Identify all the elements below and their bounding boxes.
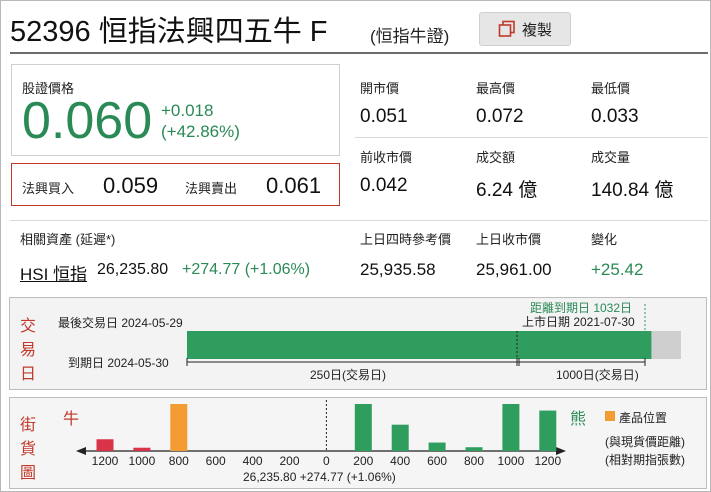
bear-bar xyxy=(539,410,557,451)
underlying-price: 26,235.80 xyxy=(97,261,169,278)
ask-value: 0.061 xyxy=(266,173,322,198)
street-tick-label: 600 xyxy=(206,454,226,468)
street-tick-label: 0 xyxy=(323,454,330,468)
stat-label-turnover: 成交額 xyxy=(476,150,516,165)
page-title: 52396 恒指法興四五牛 F xyxy=(10,16,328,48)
trading-days-section-label: 交 易 日 xyxy=(19,318,36,383)
stat-value-turnover: 6.24 億 xyxy=(476,180,538,201)
copy-button[interactable]: 複製 xyxy=(479,12,571,46)
street-tick-label: 400 xyxy=(390,454,410,468)
street-tick-label: 1000 xyxy=(498,454,525,468)
price-change: +0.018 (+42.86%) xyxy=(161,100,240,142)
ref4pm-value: 25,935.58 xyxy=(360,260,436,279)
bear-bar xyxy=(502,404,520,451)
axis-left-arrow-icon xyxy=(76,447,86,455)
bull-bar xyxy=(96,439,114,451)
bid-value: 0.059 xyxy=(103,173,159,198)
underlying-divider xyxy=(10,220,708,221)
street-note-distance: (與現貨價距離) xyxy=(605,435,685,449)
street-tick-label: 800 xyxy=(169,454,189,468)
underlying-label: 相關資產 (延遲*) xyxy=(20,232,116,247)
street-tick-label: 1000 xyxy=(129,454,156,468)
bull-bar xyxy=(133,447,151,451)
trading-days-elapsed xyxy=(187,331,652,359)
street-section-label: 街 貨 圖 xyxy=(19,417,36,482)
spot-price-label: 26,235.80 +274.77 (+1.06%) xyxy=(243,470,396,484)
product-position-swatch xyxy=(605,411,615,421)
stat-label-volume: 成交量 xyxy=(591,150,631,165)
bear-bar xyxy=(465,447,483,451)
stat-value-prevclose: 0.042 xyxy=(360,175,408,196)
header-divider xyxy=(10,52,708,54)
street-tick-label: 1200 xyxy=(92,454,119,468)
street-note-contracts: (相對期指張數) xyxy=(605,453,685,467)
stat-value-high: 0.072 xyxy=(476,106,524,127)
expiry-date: 到期日 2024-05-30 xyxy=(68,356,169,370)
stat-value-volume: 140.84 億 xyxy=(591,180,674,201)
bear-bar xyxy=(428,442,446,451)
prevclose-label: 上日收市價 xyxy=(476,232,542,247)
prevclose-value: 25,961.00 xyxy=(476,260,552,279)
stat-label-prevclose: 前收市價 xyxy=(360,150,413,165)
underlying-change: +274.77 (+1.06%) xyxy=(182,261,311,278)
stat-value-low: 0.033 xyxy=(591,106,639,127)
span-250-label: 250日(交易日) xyxy=(310,368,387,382)
street-tick-label: 200 xyxy=(353,454,373,468)
bid-label: 法興買入 xyxy=(22,181,75,196)
bear-bar xyxy=(354,404,372,451)
bear-bar xyxy=(391,424,409,451)
street-tick-label: 600 xyxy=(427,454,447,468)
street-tick-label: 200 xyxy=(279,454,299,468)
stat-label-open: 開市價 xyxy=(360,81,400,96)
stat-label-low: 最低價 xyxy=(591,81,631,96)
ref4pm-label: 上日四時參考價 xyxy=(360,232,452,247)
price-change-pct: (+42.86%) xyxy=(161,122,240,141)
price-value: 0.060 xyxy=(22,92,153,150)
ask-label: 法興賣出 xyxy=(185,181,238,196)
page-subtitle: (恒指牛證) xyxy=(370,27,450,46)
street-tick-label: 1200 xyxy=(534,454,561,468)
street-tick-label: 400 xyxy=(243,454,263,468)
stat-label-high: 最高價 xyxy=(476,81,516,96)
last-trade-date: 最後交易日 2024-05-29 xyxy=(58,316,183,330)
legend-label: 產品位置 xyxy=(619,411,668,425)
copy-icon xyxy=(498,20,515,37)
stats-divider xyxy=(355,137,708,138)
stat-value-open: 0.051 xyxy=(360,106,408,127)
price-change-abs: +0.018 xyxy=(161,101,214,120)
span-1000-label: 1000日(交易日) xyxy=(556,368,639,382)
street-tick-label: 800 xyxy=(464,454,484,468)
diff-label: 變化 xyxy=(591,232,618,247)
copy-button-label: 複製 xyxy=(521,21,552,39)
diff-value: +25.42 xyxy=(591,260,644,279)
underlying-link[interactable]: HSI 恒指 xyxy=(20,260,87,285)
product-position-bar xyxy=(170,404,188,451)
